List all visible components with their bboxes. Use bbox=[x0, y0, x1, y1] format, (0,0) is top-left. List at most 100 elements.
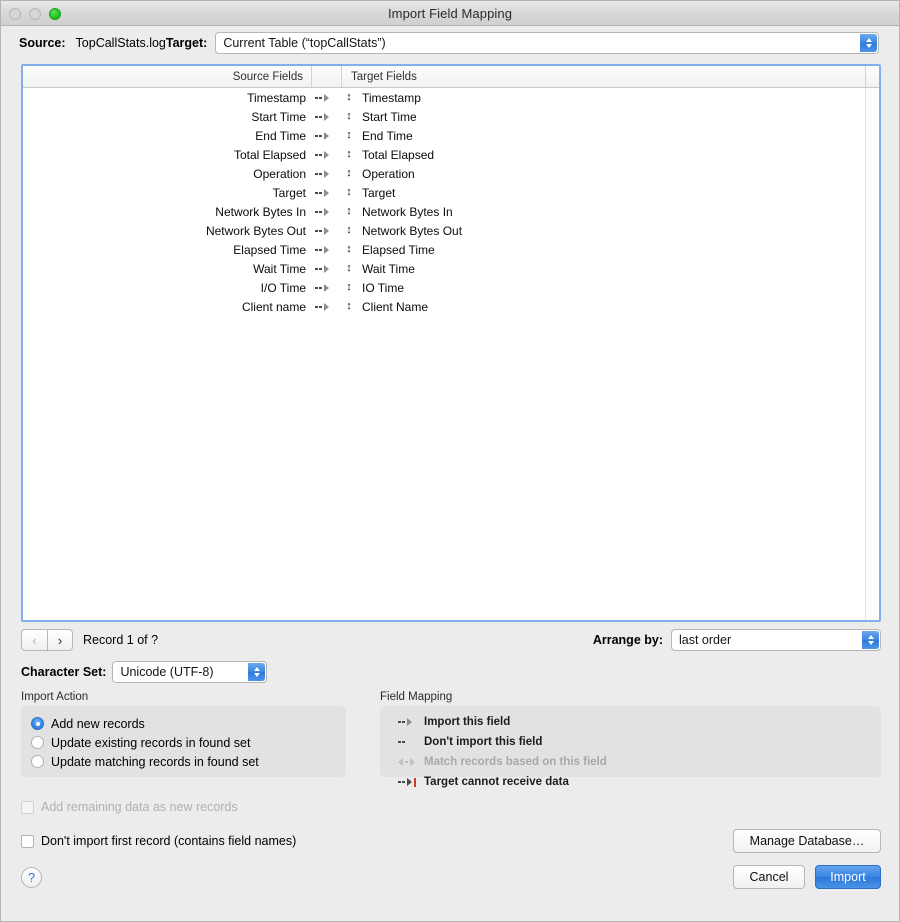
field-mapping-toggle[interactable] bbox=[312, 226, 342, 235]
field-mapping-toggle[interactable] bbox=[312, 188, 342, 197]
title-bar: Import Field Mapping bbox=[1, 1, 899, 26]
source-target-row: Source: TopCallStats.log Target: Current… bbox=[1, 26, 899, 60]
add-remaining-data-checkbox bbox=[21, 800, 34, 814]
field-mapping-toggle[interactable] bbox=[312, 207, 342, 216]
chevron-updown-icon bbox=[862, 631, 879, 649]
help-button[interactable]: ? bbox=[21, 866, 42, 888]
field-mapping-toggle[interactable] bbox=[312, 245, 342, 254]
target-field-name: End Time bbox=[362, 128, 413, 143]
minimize-button[interactable] bbox=[29, 7, 41, 20]
field-mapping-toggle[interactable] bbox=[312, 131, 342, 140]
field-mapping-row[interactable]: Network Bytes In ↕ Network Bytes In bbox=[23, 202, 879, 221]
field-mapping-list[interactable]: Source Fields Target Fields Timestamp ↕ Ti… bbox=[21, 64, 881, 622]
import-action-option[interactable]: Add new records bbox=[31, 714, 336, 733]
target-table-dropdown[interactable]: Current Table (“topCallStats”) bbox=[215, 32, 879, 54]
import-action-options: Add new records Update existing records i… bbox=[21, 706, 346, 777]
vertical-scrollbar[interactable] bbox=[865, 88, 879, 620]
import-action-option-label: Add new records bbox=[51, 716, 145, 731]
import-action-group: Import Action Add new records Update exis… bbox=[21, 691, 346, 786]
record-counter-label: Record 1 of ? bbox=[83, 633, 159, 647]
field-mapping-row[interactable]: I/O Time ↕ IO Time bbox=[23, 278, 879, 297]
import-this-field-icon bbox=[315, 226, 329, 235]
field-list-body: Timestamp ↕ Timestamp Start Time ↕ Start Time… bbox=[23, 88, 879, 620]
cancel-button[interactable]: Cancel bbox=[733, 865, 805, 889]
reorder-handle-icon[interactable]: ↕ bbox=[342, 149, 356, 160]
chevron-updown-icon bbox=[860, 34, 877, 52]
field-mapping-row[interactable]: Total Elapsed ↕ Total Elapsed bbox=[23, 145, 879, 164]
radio-button[interactable] bbox=[31, 717, 44, 730]
radio-button[interactable] bbox=[31, 736, 44, 749]
field-mapping-toggle[interactable] bbox=[312, 283, 342, 292]
close-button[interactable] bbox=[9, 7, 21, 20]
field-mapping-toggle[interactable] bbox=[312, 150, 342, 159]
legend-item-label: Import this field bbox=[424, 716, 511, 728]
manage-database-button[interactable]: Manage Database… bbox=[733, 829, 881, 853]
field-mapping-row[interactable]: Operation ↕ Operation bbox=[23, 164, 879, 183]
field-mapping-toggle[interactable] bbox=[312, 264, 342, 273]
import-this-field-icon bbox=[315, 93, 329, 102]
import-this-field-icon bbox=[315, 150, 329, 159]
field-mapping-row[interactable]: Wait Time ↕ Wait Time bbox=[23, 259, 879, 278]
reorder-handle-icon[interactable]: ↕ bbox=[342, 111, 356, 122]
import-action-title: Import Action bbox=[21, 691, 89, 703]
dont-import-first-checkbox[interactable] bbox=[21, 834, 34, 848]
import-button[interactable]: Import bbox=[815, 865, 881, 889]
target-field-name: Target bbox=[362, 185, 396, 200]
import-this-field-icon bbox=[315, 283, 329, 292]
next-record-button[interactable]: › bbox=[47, 629, 73, 651]
reorder-handle-icon[interactable]: ↕ bbox=[342, 263, 356, 274]
dont-import-first-row: Don't import first record (contains fiel… bbox=[21, 829, 881, 853]
import-this-field-icon bbox=[315, 207, 329, 216]
field-mapping-toggle[interactable] bbox=[312, 169, 342, 178]
target-table-value: Current Table (“topCallStats”) bbox=[223, 36, 386, 50]
import-action-option[interactable]: Update matching records in found set bbox=[31, 752, 336, 771]
previous-record-button[interactable]: ‹ bbox=[21, 629, 47, 651]
source-label: Source: bbox=[19, 36, 66, 50]
dont-import-field-icon bbox=[398, 741, 405, 743]
legend-item: Match records based on this field bbox=[390, 752, 871, 772]
import-field-mapping-window: Import Field Mapping Source: TopCallStat… bbox=[0, 0, 900, 922]
reorder-handle-icon[interactable]: ↕ bbox=[342, 244, 356, 255]
column-header-target-fields[interactable]: Target Fields bbox=[342, 66, 865, 87]
legend-icon-slot bbox=[390, 741, 424, 743]
source-field-name: Target bbox=[272, 185, 306, 200]
reorder-handle-icon[interactable]: ↕ bbox=[342, 225, 356, 236]
import-this-field-icon bbox=[315, 302, 329, 311]
legend-item-label: Don't import this field bbox=[424, 736, 543, 748]
column-header-source-fields[interactable]: Source Fields bbox=[23, 66, 312, 87]
field-mapping-row[interactable]: Target ↕ Target bbox=[23, 183, 879, 202]
source-field-name: End Time bbox=[255, 128, 306, 143]
reorder-handle-icon[interactable]: ↕ bbox=[342, 187, 356, 198]
field-mapping-row[interactable]: End Time ↕ End Time bbox=[23, 126, 879, 145]
field-mapping-toggle[interactable] bbox=[312, 302, 342, 311]
character-set-dropdown[interactable]: Unicode (UTF-8) bbox=[112, 660, 268, 683]
source-field-name: I/O Time bbox=[260, 280, 306, 295]
target-field-name: Timestamp bbox=[362, 90, 421, 105]
legend-item-label: Match records based on this field bbox=[424, 756, 607, 768]
reorder-handle-icon[interactable]: ↕ bbox=[342, 282, 356, 293]
dont-import-first-checkbox-row[interactable]: Don't import first record (contains fiel… bbox=[21, 830, 296, 852]
target-field-name: Client Name bbox=[362, 299, 429, 314]
field-mapping-row[interactable]: Elapsed Time ↕ Elapsed Time bbox=[23, 240, 879, 259]
field-mapping-toggle[interactable] bbox=[312, 112, 342, 121]
reorder-handle-icon[interactable]: ↕ bbox=[342, 301, 356, 312]
field-mapping-row[interactable]: Start Time ↕ Start Time bbox=[23, 107, 879, 126]
field-mapping-row[interactable]: Network Bytes Out ↕ Network Bytes Out bbox=[23, 221, 879, 240]
reorder-handle-icon[interactable]: ↕ bbox=[342, 168, 356, 179]
arrange-by-dropdown[interactable]: last order bbox=[671, 629, 881, 651]
zoom-button[interactable] bbox=[49, 7, 61, 20]
reorder-handle-icon[interactable]: ↕ bbox=[342, 206, 356, 217]
field-mapping-toggle[interactable] bbox=[312, 93, 342, 102]
import-action-option[interactable]: Update existing records in found set bbox=[31, 733, 336, 752]
reorder-handle-icon[interactable]: ↕ bbox=[342, 92, 356, 103]
record-nav-row: ‹ › Record 1 of ? Arrange by: last order bbox=[1, 622, 899, 654]
field-mapping-row[interactable]: Client name ↕ Client Name bbox=[23, 297, 879, 316]
field-mapping-row[interactable]: Timestamp ↕ Timestamp bbox=[23, 88, 879, 107]
radio-button[interactable] bbox=[31, 755, 44, 768]
match-records-icon bbox=[398, 758, 415, 766]
target-field-name: Operation bbox=[362, 166, 415, 181]
reorder-handle-icon[interactable]: ↕ bbox=[342, 130, 356, 141]
character-set-value: Unicode (UTF-8) bbox=[120, 664, 214, 679]
field-list-header: Source Fields Target Fields bbox=[23, 66, 879, 88]
legend-item: Import this field bbox=[390, 712, 871, 732]
